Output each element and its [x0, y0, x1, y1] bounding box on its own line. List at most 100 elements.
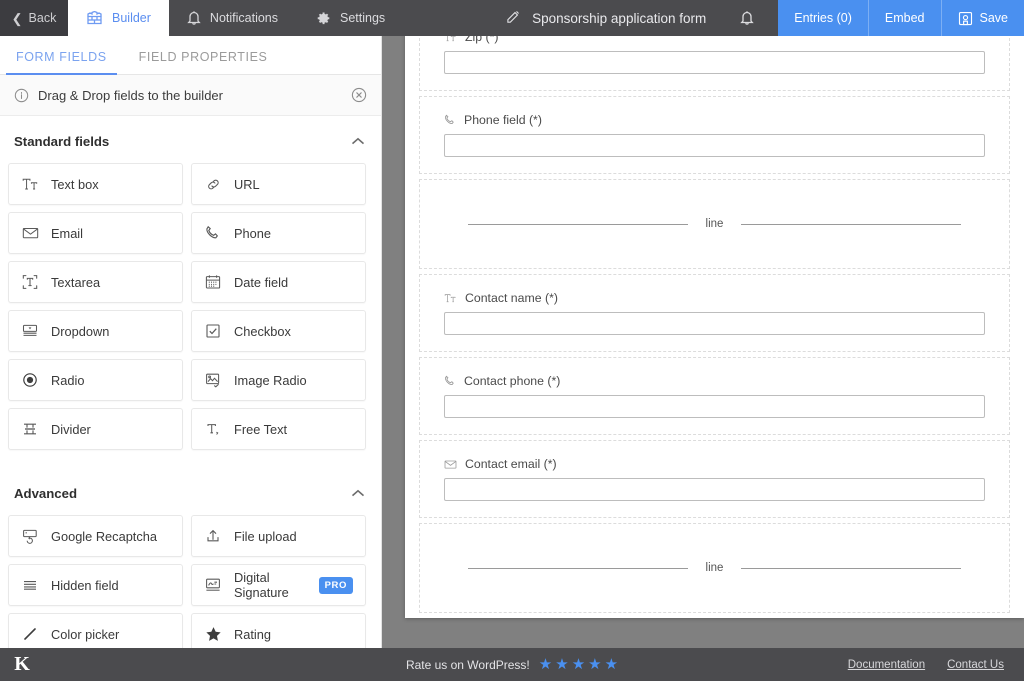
link-icon [204, 177, 222, 192]
form-row-contact-phone[interactable]: Contact phone (*) [419, 357, 1010, 435]
field-item-phone[interactable]: Phone [191, 212, 366, 254]
field-item-label: Textarea [51, 275, 170, 290]
back-button-label: Back [29, 11, 57, 25]
field-item-rating[interactable]: Rating [191, 613, 366, 648]
divider-line-left [468, 568, 688, 569]
edit-pencil-icon [506, 9, 521, 27]
divider-widget: line [444, 196, 985, 252]
upload-icon [204, 528, 222, 544]
form-title-group[interactable]: Sponsorship application form [498, 0, 714, 36]
star-icon[interactable]: ★ [572, 657, 585, 672]
field-item-date-field[interactable]: Date field [191, 261, 366, 303]
field-item-label: Rating [234, 627, 353, 642]
gear-icon [314, 10, 331, 27]
tab-notifications[interactable]: Notifications [169, 0, 296, 36]
phone-icon [444, 114, 456, 126]
field-item-label: Free Text [234, 422, 353, 437]
field-item-free-text[interactable]: Free Text [191, 408, 366, 450]
phone-icon [444, 375, 456, 387]
notifications-bell-button[interactable] [714, 0, 778, 36]
contact-us-link[interactable]: Contact Us [947, 659, 1004, 671]
field-item-divider[interactable]: Divider [8, 408, 183, 450]
field-item-textarea[interactable]: Textarea [8, 261, 183, 303]
field-item-label: Email [51, 226, 170, 241]
field-item-color-picker[interactable]: Color picker [8, 613, 183, 648]
bell-icon [740, 10, 754, 26]
form-canvas: Zip (*) Phone field (*) [382, 36, 1024, 648]
star-icon[interactable]: ★ [539, 657, 552, 672]
hidden-field-icon [21, 577, 39, 593]
documentation-link[interactable]: Documentation [848, 659, 925, 671]
form-paper: Zip (*) Phone field (*) [405, 36, 1024, 618]
zip-input[interactable] [444, 51, 985, 74]
save-button[interactable]: Save [941, 0, 1024, 36]
divider-icon [21, 421, 39, 437]
field-item-label: Radio [51, 373, 170, 388]
topbar-spacer [403, 0, 498, 36]
star-icon[interactable]: ★ [588, 657, 601, 672]
embed-button-label: Embed [885, 11, 925, 25]
field-item-email[interactable]: Email [8, 212, 183, 254]
field-item-label: Image Radio [234, 373, 353, 388]
tab-form-fields[interactable]: FORM FIELDS [0, 50, 123, 74]
field-item-url[interactable]: URL [191, 163, 366, 205]
field-item-label: Phone [234, 226, 353, 241]
field-item-label: Dropdown [51, 324, 170, 339]
chevron-up-icon [351, 134, 365, 149]
field-item-hidden-field[interactable]: Hidden field [8, 564, 183, 606]
form-field-label-group: Phone field (*) [444, 113, 985, 127]
field-item-dropdown[interactable]: Dropdown [8, 310, 183, 352]
section-header-standard-fields[interactable]: Standard fields [0, 116, 381, 163]
form-row-contact-name[interactable]: Contact name (*) [419, 274, 1010, 352]
tab-settings[interactable]: Settings [296, 0, 403, 36]
field-item-text-box[interactable]: Text box [8, 163, 183, 205]
field-item-image-radio[interactable]: Image Radio [191, 359, 366, 401]
form-field-label: Contact email (*) [465, 457, 557, 471]
form-field-label-group: Contact name (*) [444, 291, 985, 305]
rating-stars[interactable]: ★ ★ ★ ★ ★ [539, 657, 618, 672]
field-item-label: File upload [234, 529, 353, 544]
form-row-divider-1[interactable]: line [419, 179, 1010, 269]
tab-field-properties[interactable]: FIELD PROPERTIES [123, 50, 284, 74]
field-item-radio[interactable]: Radio [8, 359, 183, 401]
form-field-label-group: Contact email (*) [444, 457, 985, 471]
contact-phone-input[interactable] [444, 395, 985, 418]
contact-email-input[interactable] [444, 478, 985, 501]
top-bar: ❮ Back Builder Noti [0, 0, 1024, 36]
entries-button[interactable]: Entries (0) [778, 0, 868, 36]
drag-drop-notice: Drag & Drop fields to the builder [0, 75, 381, 116]
field-item-digital-signature[interactable]: Digital Signature PRO [191, 564, 366, 606]
star-icon[interactable]: ★ [555, 657, 568, 672]
tab-builder[interactable]: Builder [68, 0, 169, 36]
field-grid-standard: Text box URL Email [0, 163, 381, 450]
divider-line-right [741, 568, 961, 569]
back-button[interactable]: ❮ Back [0, 0, 68, 36]
field-item-label: Divider [51, 422, 170, 437]
form-row-contact-email[interactable]: Contact email (*) [419, 440, 1010, 518]
form-row-divider-2[interactable]: line [419, 523, 1010, 613]
star-icon[interactable]: ★ [605, 657, 618, 672]
field-item-label: Hidden field [51, 578, 170, 593]
contact-name-input[interactable] [444, 312, 985, 335]
pro-badge: PRO [319, 577, 353, 594]
phone-field-input[interactable] [444, 134, 985, 157]
close-circle-icon[interactable] [351, 87, 367, 103]
section-header-advanced[interactable]: Advanced [0, 468, 381, 515]
info-circle-icon [14, 88, 29, 103]
form-row-zip[interactable]: Zip (*) [419, 36, 1010, 91]
field-item-label: Digital Signature [234, 570, 307, 600]
field-item-file-upload[interactable]: File upload [191, 515, 366, 557]
builder-icon [86, 11, 103, 25]
recaptcha-icon [21, 528, 39, 544]
textarea-icon [21, 274, 39, 290]
field-item-google-recaptcha[interactable]: Google Recaptcha [8, 515, 183, 557]
embed-button[interactable]: Embed [868, 0, 941, 36]
field-item-label: Color picker [51, 627, 170, 642]
tab-field-properties-label: FIELD PROPERTIES [139, 50, 268, 64]
form-row-phone-field[interactable]: Phone field (*) [419, 96, 1010, 174]
divider-line-left [468, 224, 688, 225]
field-item-checkbox[interactable]: Checkbox [191, 310, 366, 352]
signature-icon [204, 577, 222, 593]
image-radio-icon [204, 372, 222, 388]
tab-settings-label: Settings [340, 11, 385, 25]
